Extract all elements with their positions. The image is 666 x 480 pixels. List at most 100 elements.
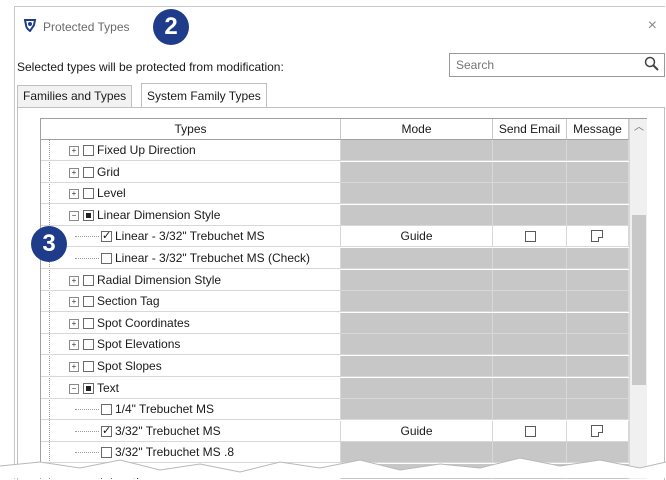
message-cell (567, 140, 629, 161)
type-name-cell: Linear - 3/32" Trebuchet MS (41, 226, 341, 248)
protect-checkbox[interactable] (83, 382, 94, 394)
mode-cell (341, 140, 493, 161)
type-name-cell: 1/4" Trebuchet MS (41, 399, 341, 421)
message-cell (567, 420, 629, 442)
vertical-scrollbar[interactable]: ︿ (629, 119, 647, 479)
mode-cell (341, 312, 493, 334)
mode-cell (341, 204, 493, 226)
expand-icon[interactable]: + (69, 362, 79, 372)
message-cell (567, 356, 629, 377)
message-cell (567, 161, 629, 183)
message-cell (567, 269, 629, 291)
mode-cell (341, 334, 493, 356)
message-note-icon[interactable] (591, 230, 603, 243)
send-email-cell (493, 269, 567, 291)
type-name-cell: + Spot Elevations (41, 334, 341, 356)
tab-panel: Types Mode Send Email Message ︿ + Fixed U… (17, 107, 665, 480)
type-name-cell: + Fixed Up Direction (41, 140, 341, 161)
tab-families-and-types[interactable]: Families and Types (17, 85, 133, 107)
collapse-icon[interactable]: − (69, 210, 79, 221)
message-cell (567, 291, 629, 313)
search-input[interactable] (450, 54, 636, 76)
table-row[interactable]: − Text (41, 377, 629, 399)
send-email-cell (493, 377, 567, 399)
expand-icon[interactable]: + (69, 146, 79, 156)
type-name-cell: + Spot Coordinates (41, 312, 341, 334)
table-row[interactable]: 3/32" Trebuchet MS Guide (41, 420, 629, 442)
send-email-cell (493, 140, 567, 161)
protect-checkbox[interactable] (83, 339, 94, 351)
mode-cell (341, 377, 493, 399)
mode-cell (341, 291, 493, 313)
send-email-cell (493, 399, 567, 421)
search-icon[interactable] (644, 56, 660, 72)
expand-icon[interactable]: + (69, 340, 79, 351)
table-row[interactable]: + Level (41, 183, 629, 205)
send-email-checkbox[interactable] (525, 425, 536, 437)
expand-icon[interactable]: + (69, 189, 79, 200)
type-label: Spot Coordinates (97, 315, 190, 330)
protect-checkbox[interactable] (101, 253, 112, 264)
table-row[interactable]: + Radial Dimension Style (41, 269, 629, 291)
mode-cell[interactable]: Guide (341, 420, 493, 442)
dialog-title: Protected Types (43, 20, 130, 34)
scroll-up-icon[interactable]: ︿ (630, 119, 647, 137)
type-label: Radial Dimension Style (97, 272, 222, 287)
protect-checkbox[interactable] (101, 404, 112, 416)
type-name-cell: − Linear Dimension Style (41, 204, 341, 226)
search-field[interactable] (449, 53, 665, 77)
table-row[interactable]: + Spot Elevations (41, 334, 629, 356)
expand-icon[interactable]: + (69, 318, 79, 329)
type-name-cell: + Section Tag (41, 291, 341, 313)
protect-checkbox[interactable] (83, 145, 94, 156)
protect-checkbox[interactable] (83, 188, 94, 200)
column-header-send-email[interactable]: Send Email (493, 119, 567, 140)
protect-checkbox[interactable] (83, 166, 94, 178)
protect-checkbox[interactable] (83, 209, 94, 221)
table-row[interactable]: + Spot Coordinates (41, 312, 629, 334)
send-email-cell (493, 248, 567, 269)
table-row[interactable]: − Linear Dimension Style (41, 204, 629, 226)
protected-types-grid: Types Mode Send Email Message ︿ + Fixed U… (40, 118, 647, 479)
expand-icon[interactable]: + (69, 297, 79, 308)
expand-icon[interactable]: + (69, 167, 79, 178)
column-header-mode[interactable]: Mode (341, 119, 493, 140)
column-header-message[interactable]: Message (567, 119, 629, 140)
scroll-thumb[interactable] (632, 215, 646, 385)
type-label: 1/4" Trebuchet MS (115, 402, 214, 417)
message-note-icon[interactable] (591, 424, 603, 437)
type-label: Linear Dimension Style (97, 207, 221, 222)
send-email-cell (493, 312, 567, 334)
type-name-cell: + Grid (41, 161, 341, 183)
mode-cell[interactable]: Guide (341, 226, 493, 248)
protect-checkbox[interactable] (83, 361, 94, 372)
close-button[interactable]: × (648, 17, 657, 35)
table-row[interactable]: + Spot Slopes (41, 356, 629, 377)
type-label: Linear - 3/32" Trebuchet MS (115, 229, 265, 244)
table-row[interactable]: 1/4" Trebuchet MS (41, 399, 629, 421)
mode-cell (341, 183, 493, 205)
send-email-cell (493, 356, 567, 377)
column-header-types[interactable]: Types (41, 119, 341, 140)
type-name-cell: − Text (41, 377, 341, 399)
send-email-checkbox[interactable] (525, 231, 536, 243)
protect-checkbox[interactable] (101, 424, 112, 437)
expand-icon[interactable]: + (69, 275, 79, 286)
table-row[interactable]: + Grid (41, 161, 629, 183)
type-name-cell: + Spot Slopes (41, 356, 341, 377)
protect-checkbox[interactable] (83, 296, 94, 308)
protect-checkbox[interactable] (83, 317, 94, 329)
type-label: 3/32" Trebuchet MS (115, 423, 221, 438)
collapse-icon[interactable]: − (69, 383, 79, 394)
table-row[interactable]: + Fixed Up Direction (41, 140, 629, 161)
message-cell (567, 226, 629, 248)
protect-checkbox[interactable] (83, 274, 94, 286)
instruction-text: Selected types will be protected from mo… (17, 60, 284, 74)
type-label: Text (97, 380, 120, 395)
table-row[interactable]: + Section Tag (41, 291, 629, 313)
protect-checkbox[interactable] (101, 229, 112, 243)
table-row[interactable]: Linear - 3/32" Trebuchet MS Guide (41, 226, 629, 248)
tab-system-family-types[interactable]: System Family Types (141, 83, 267, 107)
type-name-cell: + Level (41, 183, 341, 205)
table-row[interactable]: Linear - 3/32" Trebuchet MS (Check) (41, 248, 629, 269)
